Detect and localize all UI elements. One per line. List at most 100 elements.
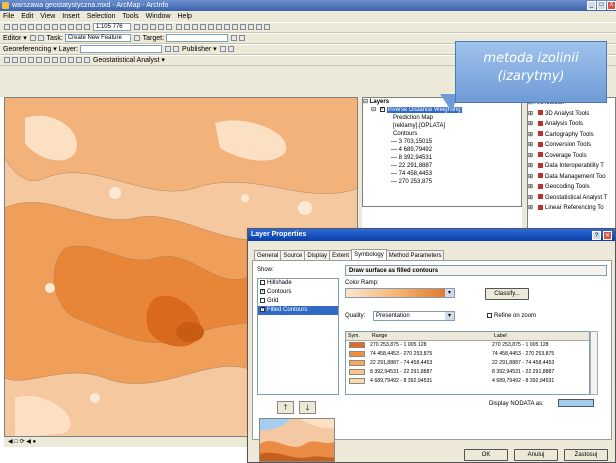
toolbox-item[interactable]: ⊞ Geostatistical Analyst T xyxy=(528,193,615,204)
new-icon[interactable] xyxy=(4,24,10,31)
checkbox[interactable] xyxy=(260,297,265,303)
draw-pointer-icon[interactable] xyxy=(4,57,10,64)
checkbox[interactable] xyxy=(260,279,265,285)
draw-italic-icon[interactable] xyxy=(44,57,50,64)
symbol-swatch[interactable] xyxy=(349,377,365,384)
symbol-swatch[interactable] xyxy=(349,359,365,366)
undo-icon[interactable] xyxy=(68,24,74,31)
dialog-close-button[interactable]: ✕ xyxy=(603,231,612,240)
chevron-down-icon[interactable]: ▾ xyxy=(445,289,454,297)
draw-color-icon[interactable] xyxy=(68,57,74,64)
ok-button[interactable]: OK xyxy=(464,449,508,461)
sketch-properties-icon[interactable] xyxy=(238,35,245,42)
toolbox-item[interactable]: ⊞ 3D Analyst Tools xyxy=(528,109,615,120)
rotate-icon[interactable] xyxy=(165,46,172,53)
table-row[interactable]: 74 458,4453 - 270 253,875 74 458,4453 - 2… xyxy=(346,350,589,359)
symbol-swatch[interactable] xyxy=(349,368,365,375)
paste-icon[interactable] xyxy=(52,24,58,31)
color-ramp-select[interactable]: ▾ xyxy=(345,288,455,298)
table-row[interactable]: 8 392,94531 - 22 291,8887 8 392,94531 - 2… xyxy=(346,368,589,377)
target-select[interactable] xyxy=(165,34,228,43)
command-line-icon[interactable] xyxy=(157,24,164,31)
refine-on-zoom-option[interactable]: Refine on zoom xyxy=(485,313,536,319)
back-extent-icon[interactable] xyxy=(215,24,222,31)
toolbox-icon[interactable] xyxy=(149,24,156,31)
help-icon[interactable] xyxy=(165,24,172,31)
find-icon[interactable] xyxy=(247,24,254,31)
publish-icon[interactable] xyxy=(219,46,226,53)
dialog-help-button[interactable]: ? xyxy=(592,231,601,240)
pan-icon[interactable] xyxy=(199,24,206,31)
classify-button[interactable]: Classify... xyxy=(485,288,529,300)
menu-selection[interactable]: Selection xyxy=(87,13,116,20)
toolbox-item[interactable]: ⊞ Cartography Tools xyxy=(528,130,615,141)
symbol-swatch[interactable] xyxy=(349,341,365,348)
show-item-grid[interactable]: Grid xyxy=(258,297,338,306)
zoom-out-icon[interactable] xyxy=(183,24,190,31)
layer-select[interactable] xyxy=(80,45,163,54)
move-up-button[interactable]: 🡑 xyxy=(277,401,294,414)
fixed-zoom-icon[interactable] xyxy=(191,24,198,31)
forward-extent-icon[interactable] xyxy=(223,24,230,31)
sketch-tool-icon[interactable] xyxy=(37,35,44,42)
apply-button[interactable]: Zastosuj xyxy=(564,449,608,461)
draw-grid-icon[interactable] xyxy=(84,57,90,64)
attributes-icon[interactable] xyxy=(230,35,237,42)
checkbox[interactable]: ✓ xyxy=(260,306,265,312)
cancel-button[interactable]: Anuluj xyxy=(514,449,558,461)
menu-edit[interactable]: Edit xyxy=(21,13,33,20)
add-data-icon[interactable] xyxy=(84,24,90,31)
menu-help[interactable]: Help xyxy=(178,13,192,20)
print-icon[interactable] xyxy=(28,24,34,31)
table-row[interactable]: 22 291,8887 - 74 458,4453 22 291,8887 - 7… xyxy=(346,359,589,368)
cut-icon[interactable] xyxy=(36,24,42,31)
menu-file[interactable]: File xyxy=(3,13,14,20)
menu-view[interactable]: View xyxy=(40,13,55,20)
georeferencing-menu[interactable]: Georeferencing ▾ xyxy=(3,46,57,53)
toolbox-item[interactable]: ⊞ Analysis Tools xyxy=(528,119,615,130)
menu-tools[interactable]: Tools xyxy=(122,13,138,20)
identify-icon[interactable] xyxy=(239,24,246,31)
quality-select[interactable]: Presentation ▾ xyxy=(373,311,455,321)
task-dropdown-icon[interactable] xyxy=(133,35,140,42)
nodata-color-button[interactable] xyxy=(558,399,594,407)
geostatistical-analyst-menu[interactable]: Geostatistical Analyst ▾ xyxy=(93,57,165,64)
show-item-hillshade[interactable]: Hillshade xyxy=(258,279,338,288)
menu-insert[interactable]: Insert xyxy=(62,13,80,20)
hyperlink-icon[interactable] xyxy=(263,24,270,31)
show-item-contours[interactable]: ✓ Contours xyxy=(258,288,338,297)
toolbox-item[interactable]: ⊞ Linear Referencing To xyxy=(528,203,615,214)
map-nav-controls[interactable]: ◀ □ ⟳ ◀ ● xyxy=(8,439,36,445)
table-scrollbar[interactable] xyxy=(590,331,598,395)
toolbox-item[interactable]: ⊞ Data Management Too xyxy=(528,172,615,183)
chevron-down-icon[interactable]: ▾ xyxy=(445,312,454,320)
measure-icon[interactable] xyxy=(255,24,262,31)
toc-icon[interactable] xyxy=(141,24,148,31)
publisher-menu[interactable]: Publisher ▾ xyxy=(182,46,217,53)
menu-window[interactable]: Window xyxy=(146,13,171,20)
show-item-filled-contours[interactable]: ✓ Filled Contours xyxy=(258,306,338,315)
maximize-button[interactable]: □ xyxy=(597,1,606,10)
draw-text-icon[interactable] xyxy=(20,57,26,64)
minimize-button[interactable]: _ xyxy=(587,1,596,10)
publish-settings-icon[interactable] xyxy=(227,46,234,53)
toolbox-item[interactable]: ⊞ Geocoding Tools xyxy=(528,182,615,193)
open-icon[interactable] xyxy=(12,24,18,31)
copy-icon[interactable] xyxy=(44,24,50,31)
toolbox-item[interactable]: ⊞ Coverage Tools xyxy=(528,151,615,162)
toolbox-item[interactable]: ⊞ Conversion Tools xyxy=(528,140,615,151)
delete-icon[interactable] xyxy=(60,24,66,31)
close-button[interactable]: X xyxy=(607,1,616,10)
draw-fill-icon[interactable] xyxy=(52,57,58,64)
table-row[interactable]: 4 689,79492 - 8 392,94531 4 689,79492 - 8… xyxy=(346,377,589,386)
control-points-icon[interactable] xyxy=(173,46,180,53)
editor-toolbar-icon[interactable] xyxy=(133,24,140,31)
table-row[interactable]: 270 253,875 - 1 005 128 270 253,875 - 1 0… xyxy=(346,341,589,350)
move-down-button[interactable]: 🡓 xyxy=(299,401,316,414)
full-extent-icon[interactable] xyxy=(207,24,214,31)
redo-icon[interactable] xyxy=(76,24,82,31)
draw-shadow-icon[interactable] xyxy=(76,57,82,64)
draw-font-icon[interactable] xyxy=(28,57,34,64)
task-select[interactable]: Create New Feature xyxy=(64,34,131,43)
layer-visibility-checkbox[interactable]: ✓ xyxy=(379,106,385,112)
